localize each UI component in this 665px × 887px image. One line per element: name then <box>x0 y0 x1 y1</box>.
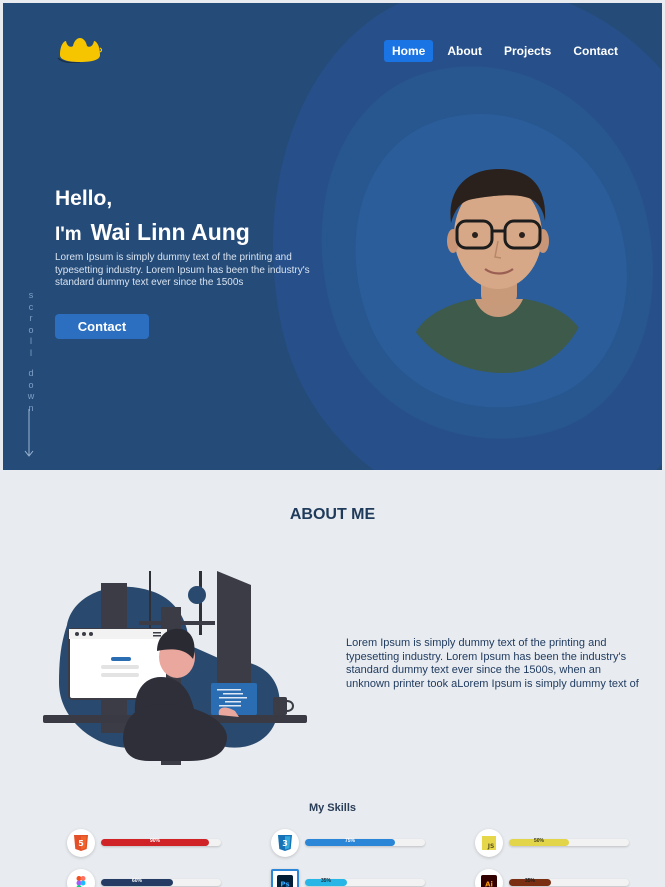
skill-illustrator: Ai 35% <box>475 869 635 887</box>
svg-text:5: 5 <box>78 839 84 848</box>
skill-percent: 35% <box>525 878 536 884</box>
about-title: ABOUT ME <box>289 506 376 523</box>
skill-bar-track: 35% <box>305 878 425 886</box>
photoshop-icon: Ps <box>277 875 293 887</box>
nav-contact-link[interactable]: Contact <box>565 40 626 62</box>
skill-bar-track: 75% <box>305 838 425 846</box>
hero-section: Home About Projects Contact Hello, I'm W… <box>3 3 662 470</box>
nav-projects-link[interactable]: Projects <box>496 40 559 62</box>
skill-bar-track: 50% <box>509 838 629 846</box>
svg-text:3: 3 <box>282 839 288 848</box>
skill-figma: 60% <box>67 869 227 887</box>
skill-percent: 90% <box>150 838 161 844</box>
nav-about-link[interactable]: About <box>439 40 490 62</box>
about-description: Lorem Ipsum is simply dummy text of the … <box>346 637 639 690</box>
main-nav: Home About Projects Contact <box>384 40 632 62</box>
skill-javascript: JS 50% <box>475 829 635 859</box>
html5-icon: 5 <box>74 835 88 851</box>
skill-photoshop: Ps 35% <box>271 869 431 887</box>
hero-name: Wai Linn Aung <box>90 219 250 245</box>
skills-title: My Skills <box>308 802 357 814</box>
svg-text:JS: JS <box>487 843 495 850</box>
scroll-down-indicator[interactable]: scroll down <box>25 290 37 414</box>
developer-illustration <box>43 571 307 765</box>
hero-heading: Hello, I'm Wai Linn Aung <box>55 187 250 248</box>
skill-bar-track: 90% <box>101 838 221 846</box>
skill-percent: 35% <box>321 878 332 884</box>
svg-text:Ai: Ai <box>485 881 493 887</box>
page: Home About Projects Contact Hello, I'm W… <box>3 3 662 887</box>
down-word: down <box>27 368 35 413</box>
hero-description: Lorem Ipsum is simply dummy text of the … <box>55 252 310 288</box>
skill-bar-track: 60% <box>101 878 221 886</box>
profile-photo <box>413 169 585 373</box>
skill-css: 3 75% <box>271 829 431 859</box>
nav-home-link[interactable]: Home <box>384 40 434 62</box>
figma-icon <box>76 876 86 887</box>
css3-icon: 3 <box>278 835 292 851</box>
svg-text:Ps: Ps <box>280 881 289 887</box>
crown-logo-icon[interactable] <box>56 35 104 63</box>
arrow-down-icon <box>24 409 34 457</box>
illustrator-icon: Ai <box>481 875 497 887</box>
skill-percent: 75% <box>345 838 356 844</box>
javascript-icon: JS <box>482 836 496 850</box>
skill-html: 5 90% <box>67 829 227 859</box>
skill-percent: 50% <box>534 838 545 844</box>
skill-percent: 60% <box>132 878 143 884</box>
scroll-word: scroll <box>28 290 34 358</box>
hero-contact-button[interactable]: Contact <box>55 314 149 339</box>
hero-intro: I'm <box>55 224 82 245</box>
hero-greeting: Hello, <box>55 187 113 210</box>
skill-bar-track: 35% <box>509 878 629 886</box>
